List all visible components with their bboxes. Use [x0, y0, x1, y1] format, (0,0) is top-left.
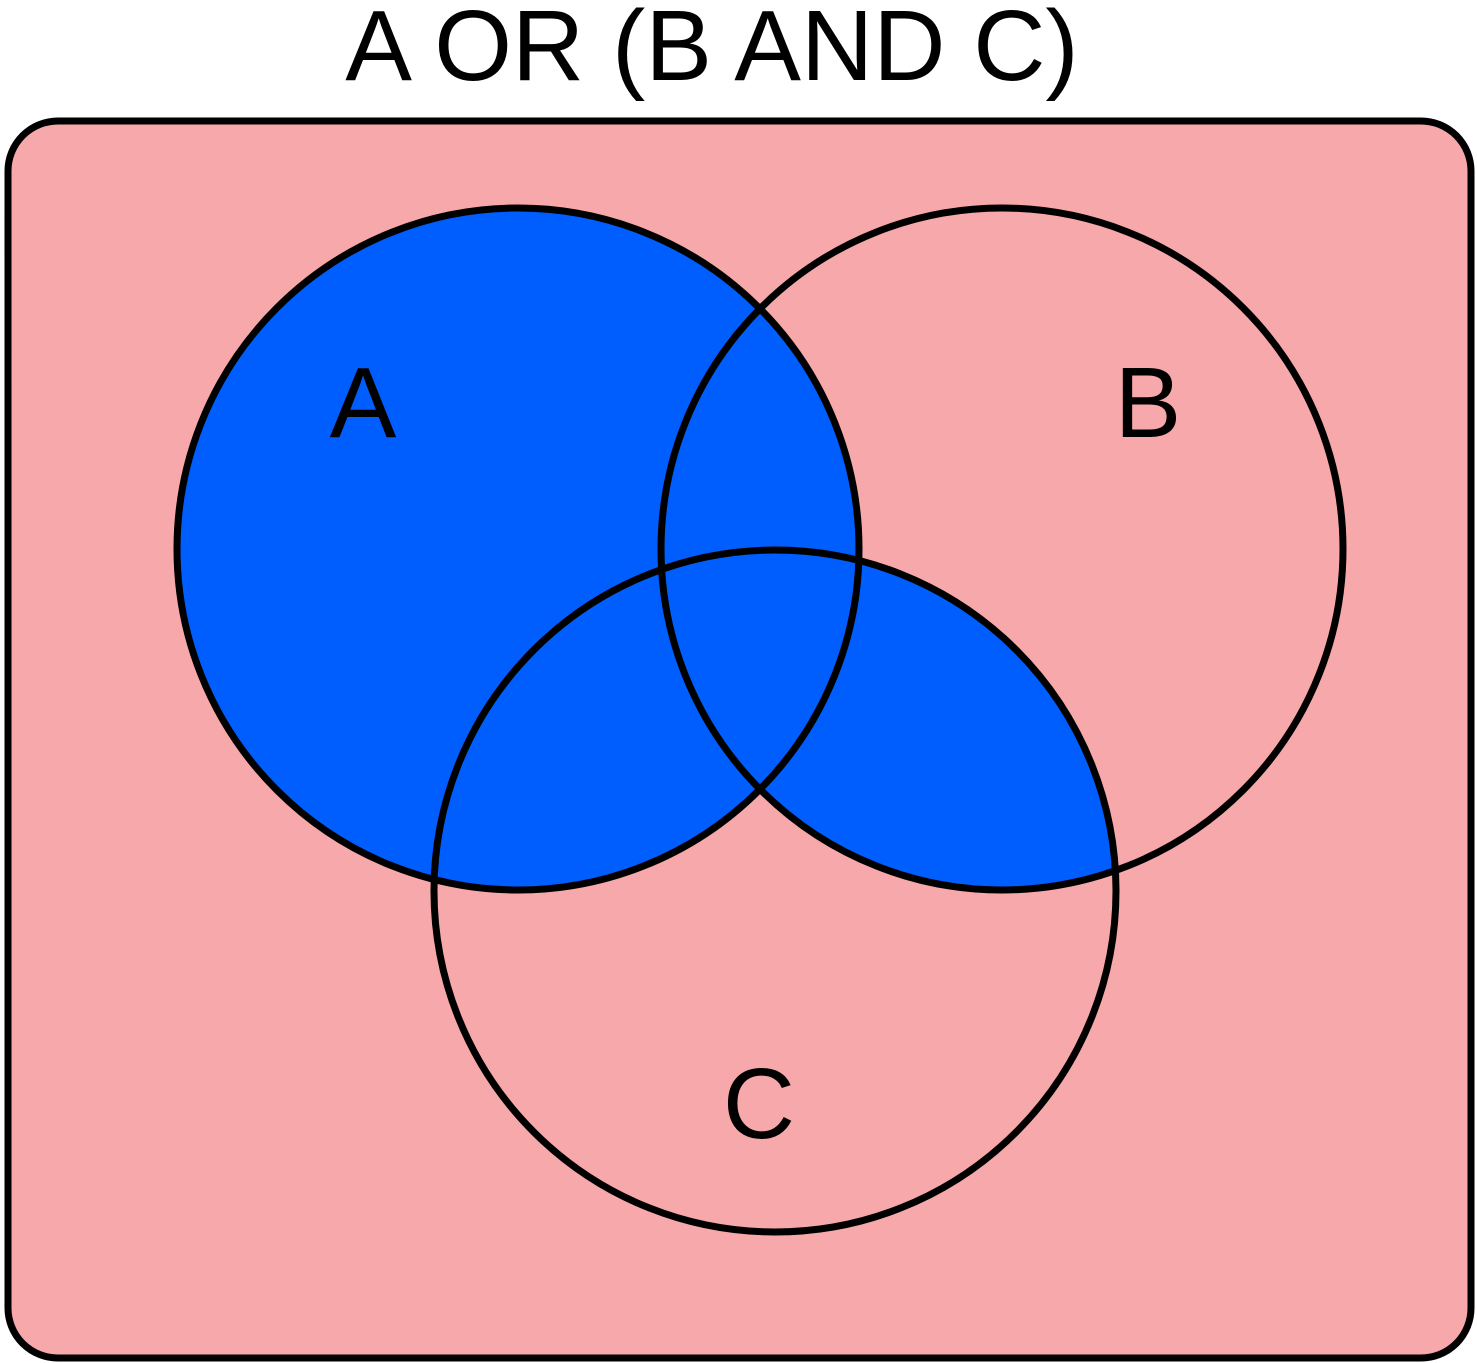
diagram-title: A OR (B AND C) — [345, 0, 1078, 102]
set-b-label: B — [1115, 347, 1182, 459]
venn-diagram: A OR (B AND C) A B C — [4, 0, 1475, 1362]
set-a-label: A — [330, 347, 397, 459]
set-c-label: C — [723, 1048, 795, 1160]
